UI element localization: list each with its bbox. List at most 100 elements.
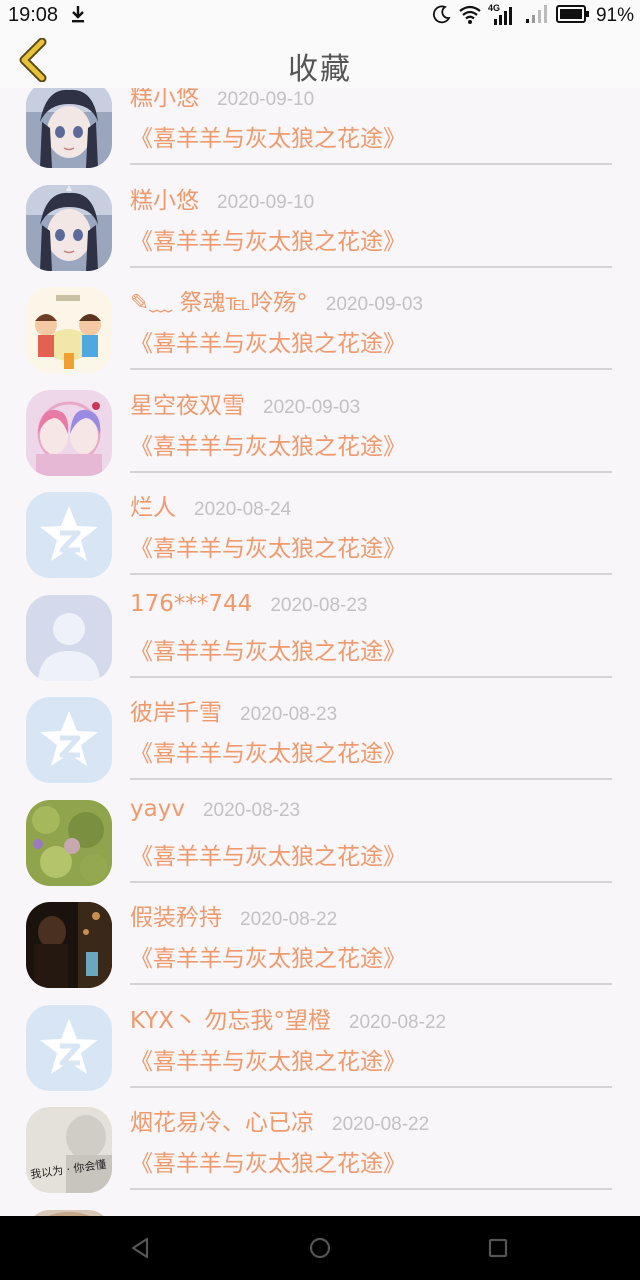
divider <box>130 1188 612 1190</box>
favorite-item[interactable]: 我以为 · 你会懂 烟花易冷、心已凉 2020-08-22 《喜羊羊与灰太狼之花途》 <box>0 1093 640 1196</box>
navigation-bar <box>0 1216 640 1280</box>
favorite-item[interactable]: 糕小悠 2020-09-10 《喜羊羊与灰太狼之花途》 <box>0 171 640 274</box>
favorite-item[interactable]: yayv 2020-08-23 《喜羊羊与灰太狼之花途》 <box>0 786 640 889</box>
work-title-link[interactable]: 《喜羊羊与灰太狼之花途》 <box>130 324 406 358</box>
triangle-back-icon <box>131 1237 149 1259</box>
favorite-meta: 烂人 2020-08-24 <box>130 488 291 522</box>
favorite-meta: KYX丶 勿忘我°望橙 2020-08-22 <box>130 1001 446 1035</box>
circle-home-icon <box>309 1237 331 1259</box>
favorite-item[interactable]: KYX丶 勿忘我°望橙 2020-08-22 《喜羊羊与灰太狼之花途》 <box>0 991 640 1094</box>
username[interactable]: 假装矜持 <box>130 898 222 932</box>
user-avatar[interactable] <box>26 594 112 681</box>
username[interactable]: 糕小悠 <box>130 88 199 112</box>
favorite-date: 2020-09-03 <box>263 396 361 418</box>
user-avatar[interactable] <box>26 88 112 168</box>
favorite-date: 2020-08-23 <box>240 704 338 725</box>
divider <box>130 265 612 268</box>
nav-home-button[interactable] <box>300 1232 340 1264</box>
username[interactable]: 星空夜双雪 <box>130 386 245 420</box>
divider <box>130 778 612 780</box>
favorite-info: 176***744 2020-08-23 《喜羊羊与灰太狼之花途》 <box>130 581 612 684</box>
battery-icon <box>555 5 590 27</box>
favorite-item[interactable]: 假装矜持 2020-08-22 《喜羊羊与灰太狼之花途》 <box>0 888 640 991</box>
signal-4g-icon: 4G <box>488 3 518 27</box>
username[interactable]: KYX丶 勿忘我°望橙 <box>130 1001 331 1035</box>
divider <box>130 880 612 883</box>
favorite-info: 糕小悠 2020-09-10 《喜羊羊与灰太狼之花途》 <box>130 88 612 171</box>
user-avatar[interactable] <box>26 697 112 783</box>
divider <box>130 1085 612 1088</box>
divider <box>130 368 612 370</box>
favorite-item[interactable] <box>0 1196 640 1217</box>
username[interactable]: 糕小悠 <box>130 181 199 215</box>
favorite-item[interactable]: 糕小悠 2020-09-10 《喜羊羊与灰太狼之花途》 <box>0 88 640 171</box>
username[interactable]: 烟花易冷、心已凉 <box>130 1103 314 1137</box>
favorite-date: 2020-08-23 <box>270 594 368 616</box>
work-title-link[interactable]: 《喜羊羊与灰太狼之花途》 <box>130 119 406 153</box>
user-avatar[interactable] <box>26 799 112 886</box>
favorites-list[interactable]: 糕小悠 2020-09-10 《喜羊羊与灰太狼之花途》 糕小悠 2020-09-10 《… <box>0 88 640 1216</box>
nav-recents-button[interactable] <box>478 1232 518 1264</box>
favorite-meta: ✎﹏ 祭魂℡呤殇° 2020-09-03 <box>130 283 423 317</box>
favorite-date: 2020-08-24 <box>194 499 292 520</box>
username[interactable]: 烂人 <box>130 488 176 522</box>
username[interactable]: yayv <box>130 796 185 822</box>
username[interactable]: 彼岸千雪 <box>130 693 222 727</box>
favorite-item[interactable]: 星空夜双雪 2020-09-03 《喜羊羊与灰太狼之花途》 <box>0 376 640 479</box>
work-title-link[interactable]: 《喜羊羊与灰太狼之花途》 <box>130 1144 406 1178</box>
wifi-icon <box>458 4 482 28</box>
page-title: 收藏 <box>288 52 352 87</box>
work-title-link[interactable]: 《喜羊羊与灰太狼之花途》 <box>130 837 406 871</box>
favorite-info: 烟花易冷、心已凉 2020-08-22 《喜羊羊与灰太狼之花途》 <box>130 1093 612 1196</box>
work-title-link[interactable]: 《喜羊羊与灰太狼之花途》 <box>130 939 406 973</box>
moon-icon <box>432 4 452 28</box>
divider <box>130 573 612 575</box>
status-icons: 4G 91% <box>432 3 634 29</box>
nav-back-button[interactable] <box>120 1232 160 1264</box>
favorite-info: ✎﹏ 祭魂℡呤殇° 2020-09-03 《喜羊羊与灰太狼之花途》 <box>130 273 612 376</box>
favorite-info: 糕小悠 2020-09-10 《喜羊羊与灰太狼之花途》 <box>130 171 612 274</box>
work-title-link[interactable]: 《喜羊羊与灰太狼之花途》 <box>130 222 406 256</box>
favorite-date: 2020-09-10 <box>217 89 315 110</box>
favorite-meta: 糕小悠 2020-09-10 <box>130 181 314 215</box>
favorite-meta: 糕小悠 2020-09-10 <box>130 88 314 112</box>
status-time: 19:08 <box>8 4 59 26</box>
favorite-info <box>130 1196 612 1217</box>
work-title-link[interactable]: 《喜羊羊与灰太狼之花途》 <box>130 529 406 563</box>
status-bar: 19:08 4G 91% <box>0 0 640 32</box>
battery-percent: 91% <box>595 5 634 26</box>
favorite-info: KYX丶 勿忘我°望橙 2020-08-22 《喜羊羊与灰太狼之花途》 <box>130 991 612 1094</box>
user-avatar[interactable] <box>26 389 112 476</box>
user-avatar[interactable] <box>26 1004 112 1091</box>
favorite-date: 2020-09-10 <box>217 191 315 213</box>
divider <box>130 983 612 985</box>
favorite-info: 彼岸千雪 2020-08-23 《喜羊羊与灰太狼之花途》 <box>130 683 612 786</box>
user-avatar[interactable] <box>26 184 112 271</box>
work-title-link[interactable]: 《喜羊羊与灰太狼之花途》 <box>130 1042 406 1076</box>
work-title-link[interactable]: 《喜羊羊与灰太狼之花途》 <box>130 427 406 461</box>
favorite-meta: 星空夜双雪 2020-09-03 <box>130 386 360 420</box>
user-avatar[interactable] <box>26 902 112 988</box>
work-title-link[interactable]: 《喜羊羊与灰太狼之花途》 <box>130 734 406 768</box>
favorite-date: 2020-08-22 <box>240 909 338 930</box>
favorite-date: 2020-08-22 <box>332 1114 430 1135</box>
favorite-item[interactable]: 彼岸千雪 2020-08-23 《喜羊羊与灰太狼之花途》 <box>0 683 640 786</box>
favorite-item[interactable]: 烂人 2020-08-24 《喜羊羊与灰太狼之花途》 <box>0 478 640 581</box>
username[interactable]: ✎﹏ 祭魂℡呤殇° <box>130 283 308 317</box>
user-avatar[interactable] <box>26 287 112 373</box>
work-title-link[interactable]: 《喜羊羊与灰太狼之花途》 <box>130 632 406 666</box>
signal-weak-icon <box>524 3 550 29</box>
square-recents-icon <box>488 1238 508 1258</box>
divider <box>130 675 612 678</box>
favorite-item[interactable]: ✎﹏ 祭魂℡呤殇° 2020-09-03 《喜羊羊与灰太狼之花途》 <box>0 273 640 376</box>
favorite-meta: 176***744 2020-08-23 <box>130 591 368 617</box>
divider <box>130 163 612 165</box>
favorite-meta: 彼岸千雪 2020-08-23 <box>130 693 337 727</box>
username[interactable]: 176***744 <box>130 591 252 617</box>
favorite-info: yayv 2020-08-23 《喜羊羊与灰太狼之花途》 <box>130 786 612 889</box>
divider <box>130 470 612 473</box>
user-avatar[interactable]: 我以为 · 你会懂 <box>26 1107 112 1193</box>
favorite-item[interactable]: 176***744 2020-08-23 《喜羊羊与灰太狼之花途》 <box>0 581 640 684</box>
favorite-meta: yayv 2020-08-23 <box>130 796 300 822</box>
user-avatar[interactable] <box>26 492 112 578</box>
